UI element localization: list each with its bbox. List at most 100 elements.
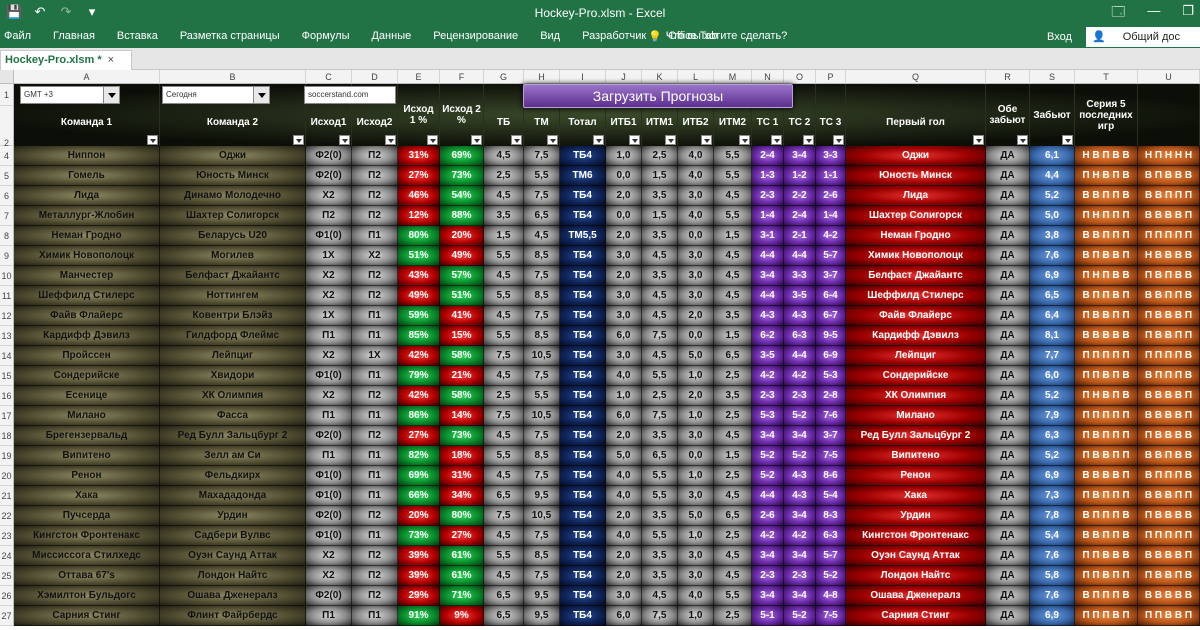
table-cell[interactable]: ДА <box>986 266 1030 286</box>
table-cell[interactable]: 7,3 <box>1030 486 1075 506</box>
table-cell[interactable]: 1Х <box>306 246 352 266</box>
table-cell[interactable]: Гилдфорд Флеймс <box>160 326 306 346</box>
table-cell[interactable]: ДА <box>986 286 1030 306</box>
table-cell[interactable]: Випитено <box>14 446 160 466</box>
table-cell[interactable]: 3-7 <box>816 266 846 286</box>
table-cell[interactable]: 4,5 <box>714 566 752 586</box>
table-cell[interactable]: 5-3 <box>816 366 846 386</box>
table-cell[interactable]: 20% <box>440 226 484 246</box>
table-cell[interactable]: 6,9 <box>1030 466 1075 486</box>
table-cell[interactable]: Химик Новополоцк <box>846 246 986 266</box>
table-cell[interactable]: 4-3 <box>752 306 784 326</box>
table-cell[interactable]: 3,5 <box>642 266 678 286</box>
row-header[interactable]: 17 <box>0 406 14 426</box>
table-cell[interactable]: 1-4 <box>752 206 784 226</box>
table-cell[interactable]: 6,5 <box>1030 286 1075 306</box>
table-cell[interactable]: П Н П П П <box>1075 206 1138 226</box>
table-cell[interactable]: В П В В П <box>1075 246 1138 266</box>
ribbon-tab[interactable]: Данные <box>371 30 411 42</box>
column-header[interactable]: F <box>440 70 484 84</box>
table-cell[interactable]: 80% <box>440 506 484 526</box>
table-cell[interactable]: Хвидори <box>160 366 306 386</box>
table-cell[interactable]: ТБ4 <box>560 186 606 206</box>
filter-dropdown-icon[interactable] <box>339 135 350 145</box>
table-cell[interactable]: ТБ4 <box>560 566 606 586</box>
table-cell[interactable]: 41% <box>440 306 484 326</box>
table-cell[interactable]: Милано <box>14 406 160 426</box>
table-cell[interactable]: Ф2(0) <box>306 166 352 186</box>
table-cell[interactable]: Ф2(0) <box>306 146 352 166</box>
table-cell[interactable]: П П П П В <box>1138 346 1200 366</box>
table-cell[interactable]: 4,5 <box>714 246 752 266</box>
table-cell[interactable]: П П В П П <box>1075 566 1138 586</box>
table-cell[interactable]: 3-3 <box>784 266 816 286</box>
table-cell[interactable]: 79% <box>398 366 440 386</box>
table-cell[interactable]: П1 <box>352 226 398 246</box>
filter-dropdown-icon[interactable] <box>701 135 712 145</box>
table-cell[interactable]: 4-4 <box>752 286 784 306</box>
table-cell[interactable]: 3-4 <box>752 266 784 286</box>
table-cell[interactable]: 5,2 <box>1030 446 1075 466</box>
table-cell[interactable]: 6-3 <box>816 526 846 546</box>
table-cell[interactable]: 7-6 <box>816 406 846 426</box>
row-header[interactable]: 1 <box>0 84 14 106</box>
filter-dropdown-icon[interactable] <box>293 135 304 145</box>
row-header[interactable]: 21 <box>0 486 14 506</box>
table-cell[interactable]: Пройссен <box>14 346 160 366</box>
load-predictions-button[interactable]: Загрузить Прогнозы <box>523 84 793 108</box>
table-cell[interactable]: 8,5 <box>524 326 560 346</box>
row-header[interactable]: 9 <box>0 246 14 266</box>
table-cell[interactable]: 21% <box>440 366 484 386</box>
table-cell[interactable]: ТБ4 <box>560 506 606 526</box>
table-cell[interactable]: П2 <box>352 146 398 166</box>
table-cell[interactable]: 1,0 <box>678 526 714 546</box>
table-cell[interactable]: 3-5 <box>752 346 784 366</box>
table-cell[interactable]: Ф2(0) <box>306 426 352 446</box>
row-header[interactable]: 7 <box>0 206 14 226</box>
table-cell[interactable]: 5-7 <box>816 546 846 566</box>
table-cell[interactable]: 7,5 <box>524 266 560 286</box>
table-cell[interactable]: Ред Булл Зальцбург 2 <box>846 426 986 446</box>
table-cell[interactable]: Хэмилтон Бульдогс <box>14 586 160 606</box>
table-cell[interactable]: Шеффилд Стилерс <box>14 286 160 306</box>
table-cell[interactable]: Ноттингем <box>160 286 306 306</box>
table-cell[interactable]: 7,5 <box>524 526 560 546</box>
table-cell[interactable]: Урдин <box>846 506 986 526</box>
table-cell[interactable]: 1-1 <box>816 166 846 186</box>
table-cell[interactable]: ТБ4 <box>560 526 606 546</box>
table-cell[interactable]: 86% <box>398 406 440 426</box>
table-cell[interactable]: 6,5 <box>484 486 524 506</box>
table-cell[interactable]: 1-4 <box>816 206 846 226</box>
table-cell[interactable]: Шеффилд Стилерс <box>846 286 986 306</box>
table-cell[interactable]: Урдин <box>160 506 306 526</box>
table-cell[interactable]: П Н В П В <box>1075 166 1138 186</box>
table-cell[interactable]: 3,5 <box>642 226 678 246</box>
table-cell[interactable]: 5-2 <box>784 406 816 426</box>
table-cell[interactable]: 2-3 <box>752 386 784 406</box>
table-cell[interactable]: 3,0 <box>678 266 714 286</box>
table-cell[interactable]: 6-4 <box>816 286 846 306</box>
table-cell[interactable]: 73% <box>398 526 440 546</box>
table-cell[interactable]: 3-4 <box>784 426 816 446</box>
table-cell[interactable]: 6,0 <box>606 606 642 626</box>
table-cell[interactable]: ТБ4 <box>560 606 606 626</box>
table-cell[interactable]: 5,5 <box>484 286 524 306</box>
table-cell[interactable]: Ред Булл Зальцбург 2 <box>160 426 306 446</box>
table-cell[interactable]: Лида <box>846 186 986 206</box>
table-cell[interactable]: 1,0 <box>606 386 642 406</box>
table-cell[interactable]: ДА <box>986 466 1030 486</box>
table-cell[interactable]: Файв Флайерс <box>14 306 160 326</box>
table-cell[interactable]: Н В П В В <box>1075 146 1138 166</box>
table-cell[interactable]: Брегензервальд <box>14 426 160 446</box>
table-cell[interactable]: П2 <box>352 586 398 606</box>
table-cell[interactable]: ДА <box>986 346 1030 366</box>
table-cell[interactable]: П П П П П <box>1075 346 1138 366</box>
table-cell[interactable]: 4-3 <box>784 466 816 486</box>
table-cell[interactable]: 58% <box>440 386 484 406</box>
filter-dropdown-icon[interactable] <box>1062 135 1073 145</box>
table-cell[interactable]: ДА <box>986 386 1030 406</box>
table-cell[interactable]: ДА <box>986 506 1030 526</box>
table-cell[interactable]: Гомель <box>14 166 160 186</box>
table-cell[interactable]: 3,5 <box>714 306 752 326</box>
table-cell[interactable]: Лида <box>14 186 160 206</box>
